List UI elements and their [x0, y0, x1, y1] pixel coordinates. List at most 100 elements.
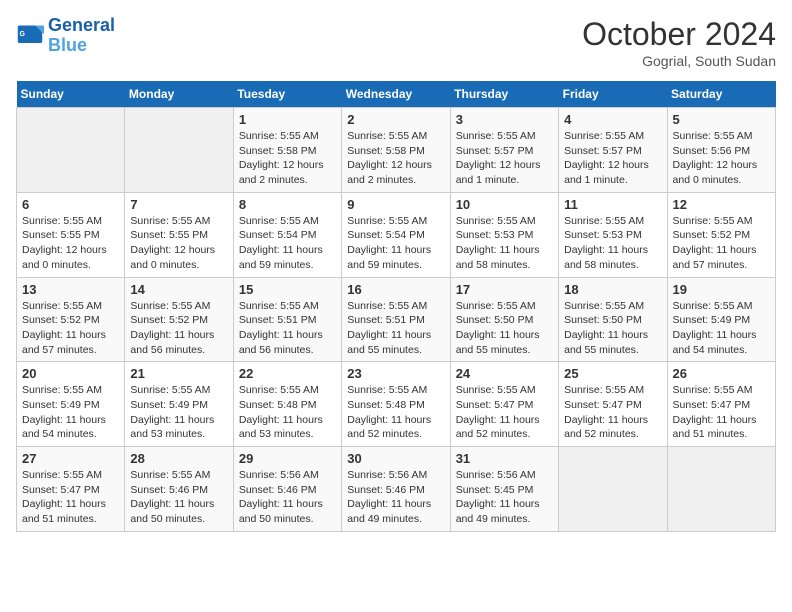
- calendar-cell: 7Sunrise: 5:55 AM Sunset: 5:55 PM Daylig…: [125, 192, 233, 277]
- day-info: Sunrise: 5:55 AM Sunset: 5:52 PM Dayligh…: [130, 299, 227, 358]
- calendar-cell: 30Sunrise: 5:56 AM Sunset: 5:46 PM Dayli…: [342, 447, 450, 532]
- day-number: 20: [22, 366, 119, 381]
- day-number: 4: [564, 112, 661, 127]
- calendar-cell: 5 Sunrise: 5:55 AM Sunset: 5:56 PM Daylig…: [667, 108, 775, 193]
- calendar-cell: 24 Sunrise: 5:55 AM Sunset: 5:47 PM Dayli…: [450, 362, 558, 447]
- calendar-cell: 2Sunrise: 5:55 AM Sunset: 5:58 PM Daylig…: [342, 108, 450, 193]
- day-number: 10: [456, 197, 553, 212]
- calendar-header-row: SundayMondayTuesdayWednesdayThursdayFrid…: [17, 81, 776, 108]
- calendar-cell: 13Sunrise: 5:55 AM Sunset: 5:52 PM Dayli…: [17, 277, 125, 362]
- calendar-cell: [667, 447, 775, 532]
- day-number: 2: [347, 112, 444, 127]
- calendar-cell: 28 Sunrise: 5:55 AM Sunset: 5:46 PM Dayli…: [125, 447, 233, 532]
- day-info: Sunrise: 5:55 AM Sunset: 5:58 PM Dayligh…: [239, 129, 336, 188]
- calendar-week-2: 6 Sunrise: 5:55 AM Sunset: 5:55 PM Daylig…: [17, 192, 776, 277]
- day-info: Sunrise: 5:55 AM Sunset: 5:47 PM Dayligh…: [456, 383, 553, 442]
- day-info: Sunrise: 5:55 AM Sunset: 5:51 PM Dayligh…: [347, 299, 444, 358]
- day-number: 14: [130, 282, 227, 297]
- day-info: Sunrise: 5:55 AM Sunset: 5:54 PM Dayligh…: [239, 214, 336, 273]
- calendar-header-sunday: Sunday: [17, 81, 125, 108]
- day-number: 15: [239, 282, 336, 297]
- logo-icon: G: [16, 22, 44, 50]
- day-number: 26: [673, 366, 770, 381]
- calendar-header-thursday: Thursday: [450, 81, 558, 108]
- day-info: Sunrise: 5:55 AM Sunset: 5:50 PM Dayligh…: [564, 299, 661, 358]
- day-number: 13: [22, 282, 119, 297]
- calendar-cell: 25Sunrise: 5:55 AM Sunset: 5:47 PM Dayli…: [559, 362, 667, 447]
- day-info: Sunrise: 5:55 AM Sunset: 5:51 PM Dayligh…: [239, 299, 336, 358]
- day-info: Sunrise: 5:55 AM Sunset: 5:46 PM Dayligh…: [130, 468, 227, 527]
- calendar-header-saturday: Saturday: [667, 81, 775, 108]
- logo-text: General Blue: [48, 16, 115, 56]
- day-number: 18: [564, 282, 661, 297]
- calendar-cell: 27 Sunrise: 5:55 AM Sunset: 5:47 PM Dayli…: [17, 447, 125, 532]
- calendar-week-3: 13 Sunrise: 5:55 AM Sunset: 5:52 PM Dayli…: [17, 277, 776, 362]
- calendar-cell: [17, 108, 125, 193]
- calendar-cell: 3 Sunrise: 5:55 AM Sunset: 5:57 PM Daylig…: [450, 108, 558, 193]
- day-info: Sunrise: 5:55 AM Sunset: 5:53 PM Dayligh…: [564, 214, 661, 273]
- day-number: 9: [347, 197, 444, 212]
- calendar-cell: 12Sunrise: 5:55 AM Sunset: 5:52 PM Dayli…: [667, 192, 775, 277]
- day-info: Sunrise: 5:56 AM Sunset: 5:45 PM Dayligh…: [456, 468, 553, 527]
- day-info: Sunrise: 5:55 AM Sunset: 5:57 PM Dayligh…: [456, 129, 553, 188]
- day-number: 29: [239, 451, 336, 466]
- calendar-week-4: 20 Sunrise: 5:55 AM Sunset: 5:49 PM Dayli…: [17, 362, 776, 447]
- calendar-cell: 19 Sunrise: 5:55 AM Sunset: 5:49 PM Dayli…: [667, 277, 775, 362]
- svg-text:G: G: [20, 31, 26, 38]
- calendar-week-5: 27 Sunrise: 5:55 AM Sunset: 5:47 PM Dayli…: [17, 447, 776, 532]
- calendar-cell: 20 Sunrise: 5:55 AM Sunset: 5:49 PM Dayli…: [17, 362, 125, 447]
- calendar-cell: 14 Sunrise: 5:55 AM Sunset: 5:52 PM Dayli…: [125, 277, 233, 362]
- calendar-cell: 15 Sunrise: 5:55 AM Sunset: 5:51 PM Dayli…: [233, 277, 341, 362]
- day-number: 24: [456, 366, 553, 381]
- day-number: 22: [239, 366, 336, 381]
- calendar-cell: 8 Sunrise: 5:55 AM Sunset: 5:54 PM Daylig…: [233, 192, 341, 277]
- day-info: Sunrise: 5:55 AM Sunset: 5:48 PM Dayligh…: [239, 383, 336, 442]
- day-info: Sunrise: 5:56 AM Sunset: 5:46 PM Dayligh…: [347, 468, 444, 527]
- calendar-cell: 21 Sunrise: 5:55 AM Sunset: 5:49 PM Dayli…: [125, 362, 233, 447]
- calendar-table: SundayMondayTuesdayWednesdayThursdayFrid…: [16, 81, 776, 532]
- calendar-cell: 1Sunrise: 5:55 AM Sunset: 5:58 PM Daylig…: [233, 108, 341, 193]
- day-number: 31: [456, 451, 553, 466]
- month-title: October 2024: [582, 16, 776, 53]
- day-info: Sunrise: 5:55 AM Sunset: 5:57 PM Dayligh…: [564, 129, 661, 188]
- calendar-header-wednesday: Wednesday: [342, 81, 450, 108]
- calendar-cell: 9 Sunrise: 5:55 AM Sunset: 5:54 PM Daylig…: [342, 192, 450, 277]
- day-info: Sunrise: 5:55 AM Sunset: 5:50 PM Dayligh…: [456, 299, 553, 358]
- day-info: Sunrise: 5:55 AM Sunset: 5:49 PM Dayligh…: [22, 383, 119, 442]
- day-info: Sunrise: 5:55 AM Sunset: 5:47 PM Dayligh…: [673, 383, 770, 442]
- calendar-cell: 18 Sunrise: 5:55 AM Sunset: 5:50 PM Dayli…: [559, 277, 667, 362]
- calendar-cell: 11 Sunrise: 5:55 AM Sunset: 5:53 PM Dayli…: [559, 192, 667, 277]
- day-info: Sunrise: 5:55 AM Sunset: 5:53 PM Dayligh…: [456, 214, 553, 273]
- title-area: October 2024 Gogrial, South Sudan: [582, 16, 776, 69]
- day-number: 8: [239, 197, 336, 212]
- day-number: 11: [564, 197, 661, 212]
- day-number: 16: [347, 282, 444, 297]
- day-info: Sunrise: 5:55 AM Sunset: 5:47 PM Dayligh…: [564, 383, 661, 442]
- day-number: 5: [673, 112, 770, 127]
- day-info: Sunrise: 5:55 AM Sunset: 5:48 PM Dayligh…: [347, 383, 444, 442]
- day-number: 21: [130, 366, 227, 381]
- calendar-cell: 10 Sunrise: 5:55 AM Sunset: 5:53 PM Dayli…: [450, 192, 558, 277]
- day-number: 19: [673, 282, 770, 297]
- day-info: Sunrise: 5:55 AM Sunset: 5:54 PM Dayligh…: [347, 214, 444, 273]
- day-number: 3: [456, 112, 553, 127]
- calendar-cell: [559, 447, 667, 532]
- day-number: 23: [347, 366, 444, 381]
- day-info: Sunrise: 5:55 AM Sunset: 5:49 PM Dayligh…: [130, 383, 227, 442]
- day-info: Sunrise: 5:55 AM Sunset: 5:49 PM Dayligh…: [673, 299, 770, 358]
- calendar-header-tuesday: Tuesday: [233, 81, 341, 108]
- calendar-cell: 6 Sunrise: 5:55 AM Sunset: 5:55 PM Daylig…: [17, 192, 125, 277]
- day-number: 6: [22, 197, 119, 212]
- day-info: Sunrise: 5:55 AM Sunset: 5:55 PM Dayligh…: [22, 214, 119, 273]
- calendar-cell: [125, 108, 233, 193]
- day-info: Sunrise: 5:55 AM Sunset: 5:56 PM Dayligh…: [673, 129, 770, 188]
- day-number: 27: [22, 451, 119, 466]
- calendar-header-friday: Friday: [559, 81, 667, 108]
- day-info: Sunrise: 5:55 AM Sunset: 5:47 PM Dayligh…: [22, 468, 119, 527]
- location-subtitle: Gogrial, South Sudan: [582, 53, 776, 69]
- calendar-cell: 26 Sunrise: 5:55 AM Sunset: 5:47 PM Dayli…: [667, 362, 775, 447]
- day-number: 28: [130, 451, 227, 466]
- day-info: Sunrise: 5:56 AM Sunset: 5:46 PM Dayligh…: [239, 468, 336, 527]
- day-number: 7: [130, 197, 227, 212]
- calendar-cell: 31 Sunrise: 5:56 AM Sunset: 5:45 PM Dayli…: [450, 447, 558, 532]
